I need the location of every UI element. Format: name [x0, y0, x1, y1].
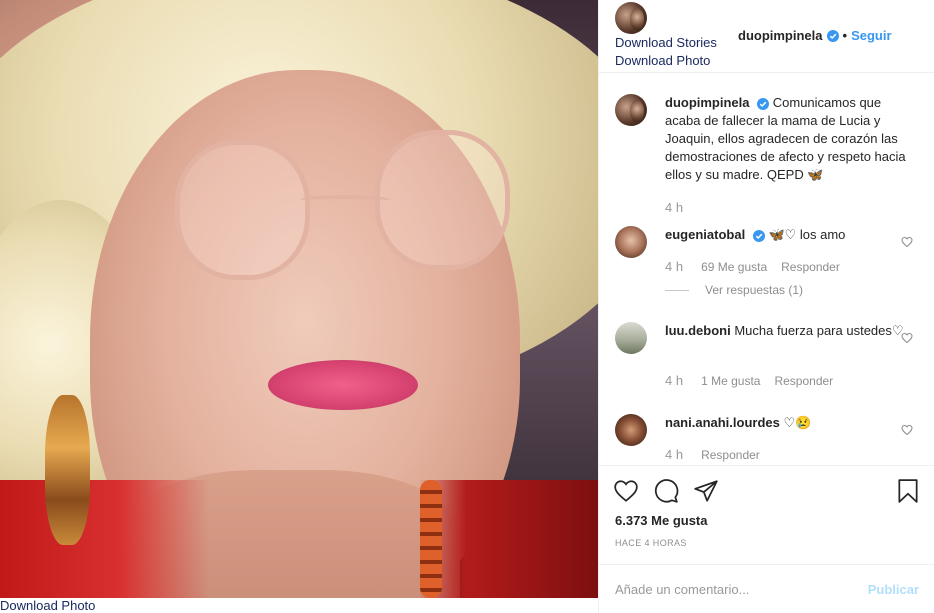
- comment-avatar[interactable]: [615, 226, 647, 258]
- caption-avatar[interactable]: [615, 94, 647, 126]
- like-comment-heart-icon[interactable]: [901, 332, 913, 344]
- photo-earring: [45, 395, 90, 545]
- comment-body: nani.anahi.lourdes ♡😢: [665, 414, 913, 432]
- comment-meta: 4 h 69 Me gusta Responder: [665, 259, 840, 274]
- view-replies[interactable]: Ver respuestas (1): [665, 283, 803, 297]
- photo-glasses-bridge: [300, 195, 390, 205]
- post-header: Download Stories Download Photo duopimpi…: [599, 0, 934, 73]
- comment-meta: 4 h 1 Me gusta Responder: [665, 373, 833, 388]
- comment-username[interactable]: eugeniatobal: [665, 227, 745, 242]
- comment-username[interactable]: luu.deboni: [665, 323, 731, 338]
- caption-meta: 4 h: [665, 200, 687, 215]
- verified-badge-icon: [757, 97, 770, 110]
- verified-badge-icon: [752, 229, 765, 242]
- like-comment-heart-icon[interactable]: [901, 424, 913, 436]
- heart-icon[interactable]: [613, 478, 639, 504]
- owner-info: duopimpinela • Seguir: [738, 28, 892, 43]
- photo-lips: [268, 360, 418, 410]
- download-photo-link[interactable]: Download Photo: [615, 53, 710, 69]
- caption-username[interactable]: duopimpinela: [665, 95, 750, 110]
- post-timestamp[interactable]: HACE 4 HORAS: [615, 538, 687, 548]
- publish-button[interactable]: Publicar: [868, 582, 919, 597]
- comment-time[interactable]: 4 h: [665, 373, 683, 388]
- reply-button[interactable]: Responder: [701, 448, 760, 462]
- reply-button[interactable]: Responder: [781, 260, 840, 274]
- comment-input[interactable]: [615, 577, 845, 601]
- download-photo-link-bottom[interactable]: Download Photo: [0, 598, 95, 613]
- post-actions: [599, 468, 934, 514]
- comment-avatar[interactable]: [615, 414, 647, 446]
- comment-body: luu.deboni Mucha fuerza para ustedes♡: [665, 322, 913, 340]
- owner-avatar[interactable]: [615, 2, 647, 34]
- comment-time[interactable]: 4 h: [665, 259, 683, 274]
- comment-body: eugeniatobal 🦋♡ los amo: [665, 226, 913, 244]
- owner-username[interactable]: duopimpinela: [738, 28, 823, 43]
- comment-item: eugeniatobal 🦋♡ los amo 4 h 69 Me gusta …: [615, 226, 919, 302]
- bookmark-icon[interactable]: [895, 478, 921, 504]
- download-stories-link[interactable]: Download Stories: [615, 35, 717, 51]
- comment-item: nani.anahi.lourdes ♡😢 4 h Responder: [615, 414, 919, 465]
- comment-avatar[interactable]: [615, 322, 647, 354]
- follow-button[interactable]: Seguir: [851, 28, 891, 43]
- photo-necklace: [420, 480, 442, 598]
- header-separator: •: [842, 28, 848, 43]
- caption-comment: duopimpinela Comunicamos que acaba de fa…: [615, 94, 919, 224]
- photo-glasses-left: [175, 140, 310, 280]
- comment-text: 🦋♡ los amo: [768, 227, 846, 242]
- comment-likes[interactable]: 69 Me gusta: [701, 260, 767, 274]
- comment-item: luu.deboni Mucha fuerza para ustedes♡ 4 …: [615, 322, 919, 394]
- comment-time[interactable]: 4 h: [665, 447, 683, 462]
- post-likes-count[interactable]: 6.373 Me gusta: [615, 513, 708, 528]
- replies-divider: [665, 289, 689, 291]
- verified-badge-icon: [826, 29, 839, 42]
- caption-time[interactable]: 4 h: [665, 200, 683, 215]
- comment-icon[interactable]: [653, 478, 679, 504]
- comment-username[interactable]: nani.anahi.lourdes: [665, 415, 780, 430]
- reply-button[interactable]: Responder: [774, 374, 833, 388]
- comments-list[interactable]: duopimpinela Comunicamos que acaba de fa…: [599, 74, 934, 466]
- comment-text: Mucha fuerza para ustedes♡: [734, 323, 904, 338]
- post-photo[interactable]: [0, 0, 598, 598]
- photo-glasses-right: [375, 130, 510, 270]
- comment-text: ♡😢: [783, 415, 812, 430]
- photo-red-collar: [0, 480, 598, 598]
- share-icon[interactable]: [693, 478, 719, 504]
- view-replies-label[interactable]: Ver respuestas (1): [705, 283, 803, 297]
- post-side-panel: Download Stories Download Photo duopimpi…: [598, 0, 934, 613]
- caption-body: duopimpinela Comunicamos que acaba de fa…: [665, 94, 913, 184]
- comment-likes[interactable]: 1 Me gusta: [701, 374, 760, 388]
- comment-composer: Publicar: [599, 564, 934, 613]
- like-comment-heart-icon[interactable]: [901, 236, 913, 248]
- comment-meta: 4 h Responder: [665, 447, 760, 462]
